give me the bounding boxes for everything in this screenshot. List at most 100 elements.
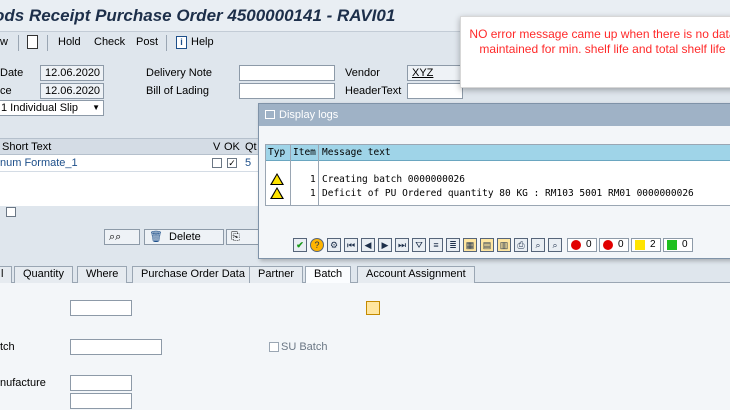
col-ok: OK	[224, 141, 240, 153]
delivery-note-label: Delivery Note	[146, 67, 213, 79]
manufacture-date-label: nufacture	[0, 377, 46, 389]
select-all-checkbox[interactable]	[6, 207, 16, 217]
log-table: Typ Item Message text 1 Creating batch 0…	[265, 144, 730, 206]
bill-of-lading-label: Bill of Lading	[146, 85, 209, 97]
warning-count-badge[interactable]: 2	[631, 238, 661, 252]
warning-icon	[270, 173, 284, 185]
su-batch-label: SU Batch	[281, 341, 328, 353]
tab-partner[interactable]: Partner	[249, 266, 304, 283]
window-icon	[265, 110, 275, 119]
last-page-icon[interactable]: ⏭	[395, 238, 409, 252]
log-row[interactable]: 1 Deficit of PU Ordered quantity 80 KG :…	[266, 187, 730, 200]
print-icon[interactable]: ⎙	[514, 238, 528, 252]
stop-count-badge[interactable]: 0	[567, 238, 597, 252]
bill-of-lading-field[interactable]	[239, 83, 335, 99]
tab-account-assignment[interactable]: Account Assignment	[357, 266, 475, 283]
hold-button[interactable]: Hold	[58, 36, 81, 48]
row-short-text: num Formate_1	[0, 157, 78, 169]
technical-info-icon[interactable]: ⚙	[327, 238, 341, 252]
posting-date-label: ce	[0, 85, 12, 97]
tab-general[interactable]: l	[0, 266, 13, 283]
toolbar-separator	[47, 35, 48, 51]
vendor-batch-field[interactable]	[70, 339, 162, 355]
next-page-icon[interactable]: ▶	[378, 238, 392, 252]
tab-purchase-order-data[interactable]: Purchase Order Data	[132, 266, 254, 283]
row-ok-checkbox[interactable]: ✓	[227, 158, 237, 168]
tab-quantity[interactable]: Quantity	[14, 266, 73, 283]
col-message-text: Message text	[322, 147, 391, 158]
dialog-title-bar: Display logs	[259, 104, 730, 126]
log-table-header: Typ Item Message text	[266, 145, 730, 161]
row-v-checkbox[interactable]	[212, 158, 222, 168]
success-icon	[667, 240, 677, 250]
annotation-callout: NO error message came up when there is n…	[460, 16, 730, 88]
sort-ascending-icon[interactable]: ≡	[429, 238, 443, 252]
previous-page-icon[interactable]: ◀	[361, 238, 375, 252]
success-count-badge[interactable]: 0	[663, 238, 693, 252]
tab-batch[interactable]: Batch	[305, 266, 352, 283]
slip-type-select[interactable]: 1 Individual Slip ▼	[0, 100, 104, 116]
batch-field[interactable]	[70, 300, 132, 316]
item-grid-header: Short Text V OK Qt	[0, 138, 270, 155]
help-icon[interactable]: ?	[310, 238, 324, 252]
log-message: Creating batch 0000000026	[322, 174, 465, 185]
find-icon[interactable]: ⌕⌕	[104, 229, 140, 245]
manufacture-date-field[interactable]	[70, 375, 132, 391]
row-qty: 5	[245, 157, 252, 169]
header-text-field[interactable]	[407, 83, 463, 99]
vendor-field[interactable]: XYZ	[407, 65, 463, 81]
stop-count: 0	[586, 239, 592, 250]
window-title: ods Receipt Purchase Order 4500000141 - …	[0, 6, 396, 25]
help-icon[interactable]: i	[176, 36, 187, 49]
expiry-date-field[interactable]	[70, 393, 132, 409]
error-count-badge[interactable]: 0	[599, 238, 629, 252]
col-qty: Qt	[245, 141, 257, 153]
log-item: 1	[310, 188, 316, 199]
error-icon	[603, 240, 613, 250]
check-button[interactable]: Check	[94, 36, 125, 48]
find-next-icon[interactable]: ⌕	[548, 238, 562, 252]
delete-label: Delete	[169, 231, 201, 243]
stop-icon	[571, 240, 581, 250]
tab-where[interactable]: Where	[77, 266, 128, 283]
filter-icon[interactable]: ⛛	[412, 238, 426, 252]
batch-label: tch	[0, 341, 15, 353]
warning-icon	[270, 187, 284, 199]
continue-icon[interactable]: ✔	[293, 238, 307, 252]
col-typ: Typ	[268, 147, 286, 158]
toolbar-separator	[166, 35, 167, 51]
posting-date-field[interactable]: 12.06.2020	[40, 83, 104, 99]
post-button[interactable]: Post	[136, 36, 158, 48]
toolbar-overview[interactable]: w	[0, 36, 8, 48]
layout-icon[interactable]: ▦	[463, 238, 477, 252]
find-icon[interactable]: ⌕	[531, 238, 545, 252]
display-logs-dialog: Display logs Typ Item Message text 1 Cre…	[258, 103, 730, 259]
col-item: Item	[293, 147, 316, 158]
table-row[interactable]: num Formate_1 ✓ 5	[0, 155, 270, 172]
error-count: 0	[618, 239, 624, 250]
delivery-note-field[interactable]	[239, 65, 335, 81]
log-item: 1	[310, 174, 316, 185]
chevron-down-icon: ▼	[92, 103, 100, 112]
batch-detail-icon[interactable]	[366, 301, 380, 315]
toolbar-separator	[18, 35, 19, 51]
document-date-field[interactable]: 12.06.2020	[40, 65, 104, 81]
first-page-icon[interactable]: ⏮	[344, 238, 358, 252]
batch-tab-content: tch SU Batch nufacture	[0, 283, 730, 410]
annotation-text: NO error message came up when there is n…	[469, 27, 730, 56]
su-batch-checkbox[interactable]	[269, 342, 279, 352]
header-text-label: HeaderText	[345, 85, 402, 97]
change-layout-icon[interactable]: ▤	[480, 238, 494, 252]
col-short-text: Short Text	[2, 141, 52, 153]
new-document-icon[interactable]	[27, 35, 38, 49]
sort-descending-icon[interactable]: ≣	[446, 238, 460, 252]
item-toolbar: ⌕⌕ 🗑 Delete ⎘	[0, 227, 270, 247]
log-row[interactable]: 1 Creating batch 0000000026	[266, 173, 730, 186]
warning-icon	[635, 240, 645, 250]
save-layout-icon[interactable]: ▥	[497, 238, 511, 252]
help-button[interactable]: Help	[191, 36, 214, 48]
date-label: Date	[0, 67, 24, 79]
dialog-title: Display logs	[279, 109, 339, 121]
grid-empty-area	[0, 172, 270, 217]
delete-button[interactable]: 🗑 Delete	[144, 229, 224, 245]
